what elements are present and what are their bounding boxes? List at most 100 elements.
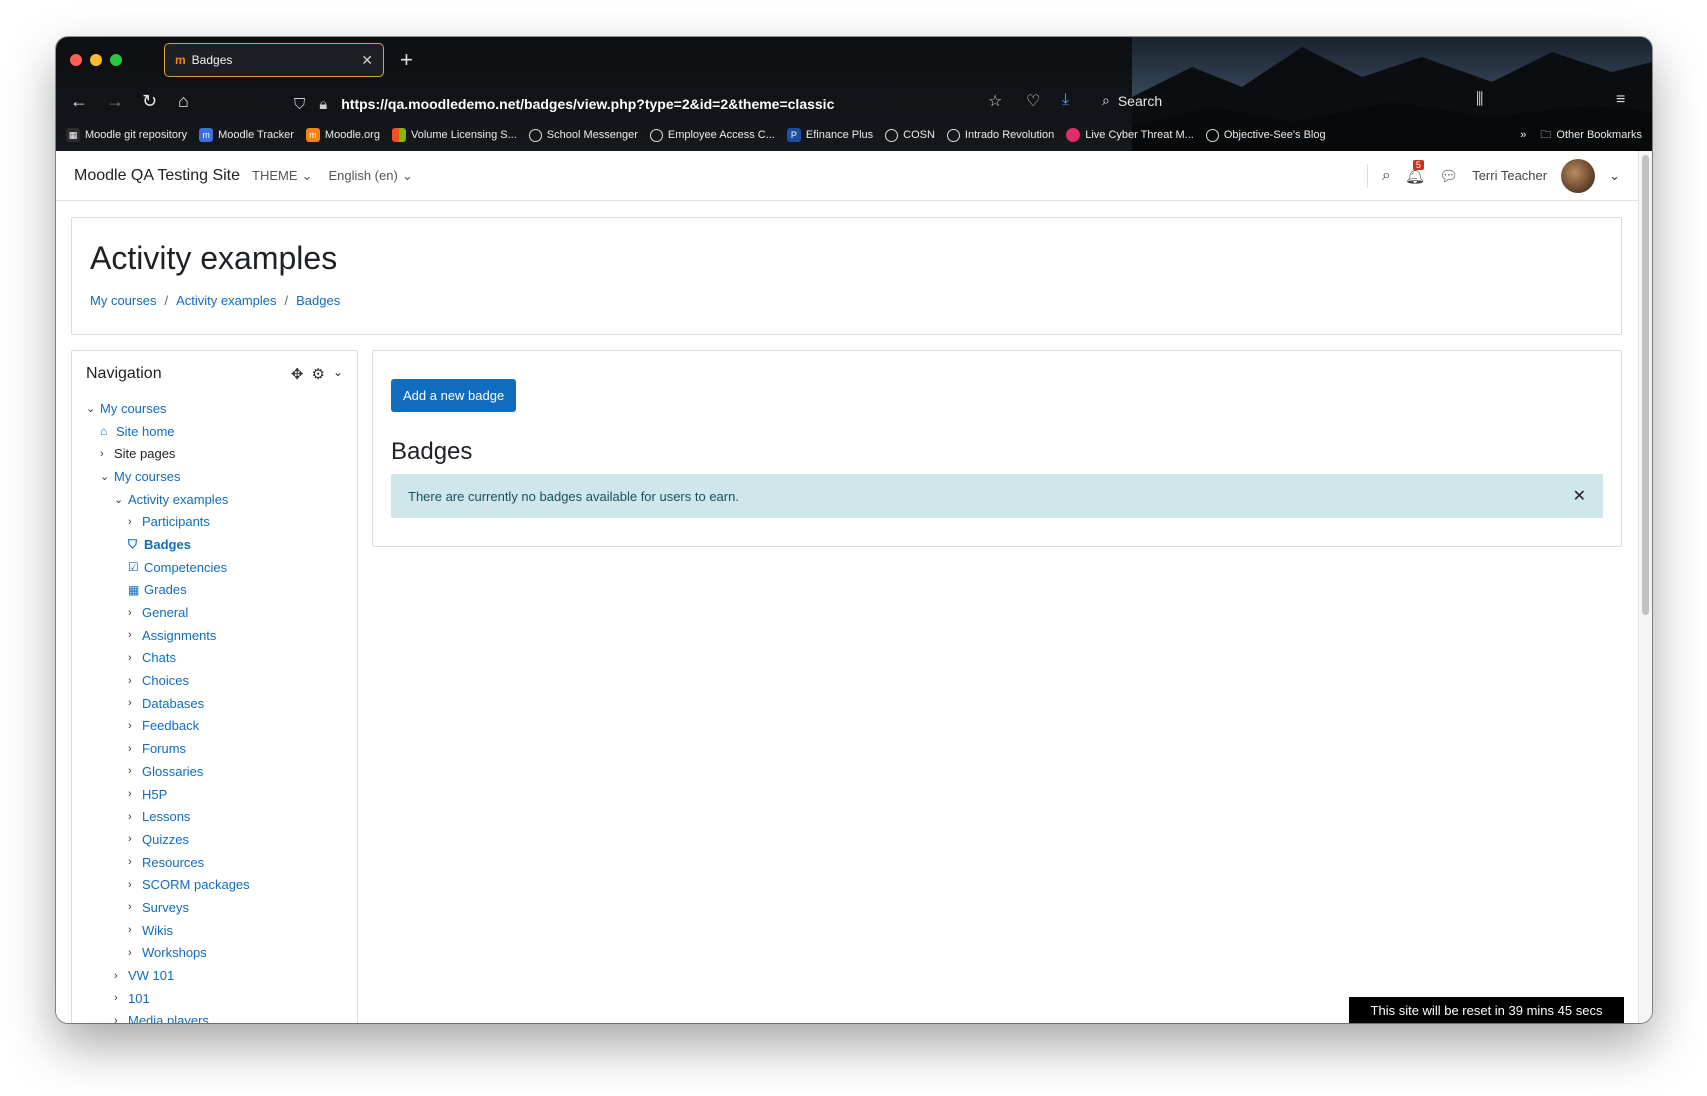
nav-item-competencies[interactable]: ☑ Competencies	[86, 556, 343, 579]
nav-item-101[interactable]: › 101	[86, 987, 343, 1010]
nav-item-surveys[interactable]: › Surveys	[86, 896, 343, 919]
chevron-right-icon[interactable]: ›	[128, 607, 142, 619]
bookmark-item[interactable]: Objective-See's Blog	[1205, 128, 1326, 142]
bookmark-item[interactable]: Live Cyber Threat M...	[1066, 128, 1194, 142]
nav-item-badges[interactable]: ⛉ Badges	[86, 533, 343, 556]
chevron-down-icon[interactable]: ⌄	[1609, 168, 1620, 184]
chevron-down-icon[interactable]: ⌄	[333, 365, 343, 383]
breadcrumb-badges[interactable]: Badges	[296, 293, 340, 308]
chevron-right-icon[interactable]: ›	[128, 811, 142, 823]
nav-item-general[interactable]: › General	[86, 601, 343, 624]
chevron-right-icon[interactable]: ›	[128, 720, 142, 732]
scrollbar-thumb[interactable]	[1642, 155, 1649, 615]
address-bar[interactable]: ⛉ 🔒︎ https://qa.moodledemo.net/badges/vi…	[294, 89, 994, 119]
chevron-right-icon[interactable]: ›	[114, 992, 128, 1004]
nav-item-my-courses[interactable]: ⌄ My courses	[86, 397, 343, 420]
chevron-right-icon[interactable]: ›	[100, 448, 114, 460]
chevron-right-icon[interactable]: ›	[128, 833, 142, 845]
language-menu[interactable]: English (en) ⌄	[328, 168, 412, 184]
forward-arrow-icon[interactable]: →	[106, 91, 124, 112]
nav-item-databases[interactable]: › Databases	[86, 692, 343, 715]
messages-icon[interactable]: 💬︎	[1439, 167, 1458, 185]
close-icon[interactable]: ✕	[1573, 486, 1586, 506]
chevron-right-icon[interactable]: ›	[128, 788, 142, 800]
nav-item-forums[interactable]: › Forums	[86, 737, 343, 760]
nav-item-site-home[interactable]: ⌂ Site home	[86, 420, 343, 443]
nav-item-chats[interactable]: › Chats	[86, 647, 343, 670]
bookmark-item[interactable]: m Moodle Tracker	[199, 128, 294, 142]
reload-icon[interactable]: ↻	[142, 91, 157, 112]
chevron-right-icon[interactable]: ›	[128, 629, 142, 641]
nav-item-glossaries[interactable]: › Glossaries	[86, 760, 343, 783]
new-tab-button[interactable]: +	[400, 47, 413, 73]
bookmark-item[interactable]: Intrado Revolution	[946, 128, 1054, 142]
shield-icon[interactable]: ⛉	[294, 96, 305, 113]
chevron-down-icon[interactable]: ⌄	[100, 470, 114, 483]
bookmark-item[interactable]: ▦ Moodle git repository	[66, 128, 187, 142]
chevron-right-icon[interactable]: ›	[128, 516, 142, 528]
avatar[interactable]	[1561, 158, 1596, 193]
nav-item-wikis[interactable]: › Wikis	[86, 919, 343, 942]
other-bookmarks-folder[interactable]: 🗀 Other Bookmarks	[1540, 126, 1642, 145]
theme-menu[interactable]: THEME ⌄	[252, 168, 312, 184]
chevron-right-icon[interactable]: ›	[128, 901, 142, 913]
chevron-right-icon[interactable]: ›	[128, 743, 142, 755]
nav-item-workshops[interactable]: › Workshops	[86, 942, 343, 965]
nav-item-lessons[interactable]: › Lessons	[86, 805, 343, 828]
menu-icon[interactable]: ≡	[1616, 91, 1625, 109]
minimize-window-button[interactable]	[90, 54, 102, 66]
chevron-double-right-icon[interactable]: »	[1520, 129, 1526, 141]
library-icon[interactable]: ⫼	[1476, 91, 1483, 109]
bookmark-star-icon[interactable]: ☆	[988, 91, 1002, 111]
tab-close-icon[interactable]: ✕	[361, 52, 373, 69]
url-text[interactable]: https://qa.moodledemo.net/badges/view.ph…	[341, 96, 834, 112]
bookmark-item[interactable]: m Moodle.org	[305, 128, 380, 142]
chevron-down-icon[interactable]: ⌄	[86, 402, 100, 415]
chevron-right-icon[interactable]: ›	[114, 970, 128, 982]
nav-item-grades[interactable]: ▦ Grades	[86, 579, 343, 602]
nav-item-media-players[interactable]: › Media players	[86, 1010, 343, 1023]
breadcrumb-my-courses[interactable]: My courses	[90, 293, 156, 308]
move-icon[interactable]: ✥	[291, 365, 304, 383]
page-scrollbar[interactable]	[1638, 151, 1652, 1023]
nav-item-assignments[interactable]: › Assignments	[86, 624, 343, 647]
chevron-right-icon[interactable]: ›	[128, 856, 142, 868]
nav-item-my-courses[interactable]: ⌄ My courses	[86, 465, 343, 488]
bookmark-item[interactable]: P Efinance Plus	[786, 128, 873, 142]
nav-item-quizzes[interactable]: › Quizzes	[86, 828, 343, 851]
pocket-icon[interactable]: ♡	[1026, 91, 1040, 111]
browser-tab-active[interactable]: m Badges ✕	[164, 43, 384, 77]
chevron-right-icon[interactable]: ›	[128, 675, 142, 687]
chevron-right-icon[interactable]: ›	[128, 697, 142, 709]
zoom-window-button[interactable]	[110, 54, 122, 66]
nav-item-feedback[interactable]: › Feedback	[86, 715, 343, 738]
chevron-right-icon[interactable]: ›	[128, 652, 142, 664]
add-new-badge-button[interactable]: Add a new badge	[391, 379, 517, 412]
chevron-right-icon[interactable]: ›	[128, 947, 142, 959]
breadcrumb-activity-examples[interactable]: Activity examples	[176, 293, 276, 308]
nav-item-resources[interactable]: › Resources	[86, 851, 343, 874]
nav-item-participants[interactable]: › Participants	[86, 510, 343, 533]
user-name[interactable]: Terri Teacher	[1472, 168, 1547, 183]
notification-bell-icon[interactable]: 🔔︎ 5	[1405, 159, 1425, 186]
bookmark-item[interactable]: Employee Access C...	[649, 128, 775, 142]
nav-item-choices[interactable]: › Choices	[86, 669, 343, 692]
nav-item-h5p[interactable]: › H5P	[86, 783, 343, 806]
gear-icon[interactable]: ⚙	[311, 365, 324, 383]
nav-item-vw-101[interactable]: › VW 101	[86, 964, 343, 987]
back-arrow-icon[interactable]: ←	[70, 91, 88, 112]
chevron-right-icon[interactable]: ›	[128, 765, 142, 777]
nav-item-scorm-packages[interactable]: › SCORM packages	[86, 873, 343, 896]
search-box[interactable]: ⌕ Search	[1102, 92, 1162, 109]
chevron-right-icon[interactable]: ›	[128, 879, 142, 891]
bookmark-item[interactable]: Volume Licensing S...	[391, 128, 517, 142]
lock-icon[interactable]: 🔒︎	[319, 96, 327, 113]
bookmark-item[interactable]: COSN	[885, 128, 935, 142]
download-icon[interactable]: ⤓	[1062, 91, 1069, 109]
close-window-button[interactable]	[70, 54, 82, 66]
nav-item-site-pages[interactable]: › Site pages	[86, 442, 343, 465]
chevron-down-icon[interactable]: ⌄	[114, 493, 128, 506]
bookmark-item[interactable]: School Messenger	[528, 128, 638, 142]
search-icon[interactable]: ⌕	[1382, 167, 1391, 185]
chevron-right-icon[interactable]: ›	[114, 1015, 128, 1023]
